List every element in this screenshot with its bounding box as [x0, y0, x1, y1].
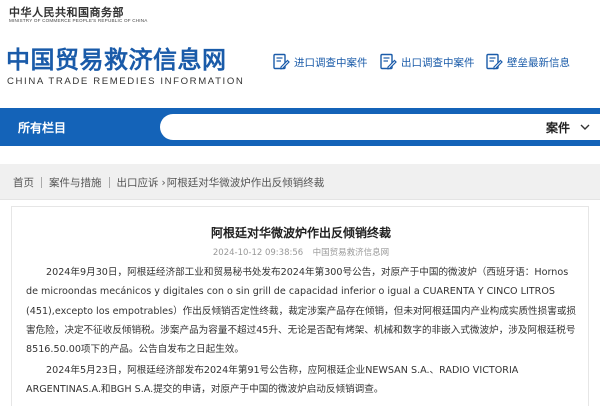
- chevron-down-icon: [580, 124, 590, 130]
- breadcrumb-separator: [108, 177, 110, 188]
- document-edit-icon: [486, 53, 503, 70]
- breadcrumb-current: 阿根廷对华微波炉作出反倾销终裁: [166, 177, 325, 189]
- breadcrumb-home[interactable]: 首页: [13, 175, 34, 190]
- article-source: 中国贸易救济信息网: [312, 248, 390, 258]
- ministry-name-en: MINISTRY OF COMMERCE PEOPLE'S REPUBLIC O…: [9, 18, 148, 23]
- article-panel: 阿根廷对华微波炉作出反倾销终裁 2024-10-12 09:38:56 中国贸易…: [11, 206, 589, 406]
- quick-link-label: 出口调查中案件: [401, 56, 475, 69]
- article-paragraph-text: 2024年5月23日，阿根廷经济部发布2024年第91号公告称，应阿根廷企业NE…: [26, 365, 519, 396]
- article-date: 2024-10-12 09:38:56: [212, 248, 304, 258]
- main-nav-bar: 所有栏目 案件: [0, 108, 600, 146]
- article-paragraph: 2024年5月23日，阿根廷经济部发布2024年第91号公告称，应阿根廷企业NE…: [26, 361, 578, 400]
- quick-link-barrier-news[interactable]: 壁垒最新信息: [485, 53, 570, 71]
- search-category-label: 案件: [545, 121, 570, 135]
- document-edit-icon: [380, 53, 397, 70]
- quick-link-label: 壁垒最新信息: [507, 56, 570, 69]
- site-logo-title[interactable]: 中国贸易救济信息网: [6, 40, 227, 75]
- breadcrumb-chevron-icon: ›: [161, 176, 166, 189]
- site-header: 中华人民共和国商务部 MINISTRY OF COMMERCE PEOPLE'S…: [0, 0, 600, 108]
- breadcrumb: 首页 案件与措施 出口应诉 › 阿根廷对华微波炉作出反倾销终裁: [0, 164, 600, 200]
- breadcrumb-export-response[interactable]: 出口应诉: [117, 175, 159, 190]
- article-paragraph: 2024年9月30日，阿根廷经济部工业和贸易秘书处发布2024年第300号公告，…: [26, 263, 578, 359]
- article-paragraph-text: 2024年9月30日，阿根廷经济部工业和贸易秘书处发布2024年第300号公告，…: [26, 267, 577, 356]
- breadcrumb-separator: [41, 177, 42, 188]
- search-category-select[interactable]: 案件: [160, 114, 600, 140]
- quick-link-export-cases[interactable]: 出口调查中案件: [379, 53, 475, 71]
- breadcrumb-cases-measures[interactable]: 案件与措施: [49, 175, 102, 190]
- quick-link-label: 进口调查中案件: [294, 56, 368, 69]
- article-meta: 2024-10-12 09:38:56 中国贸易救济信息网: [12, 246, 590, 258]
- site-logo-title-en: CHINA TRADE REMEDIES INFORMATION: [7, 76, 245, 87]
- all-columns-menu[interactable]: 所有栏目: [18, 119, 66, 136]
- document-edit-icon: [273, 53, 290, 70]
- article-title: 阿根廷对华微波炉作出反倾销终裁: [210, 226, 391, 240]
- quick-link-import-cases[interactable]: 进口调查中案件: [272, 53, 368, 71]
